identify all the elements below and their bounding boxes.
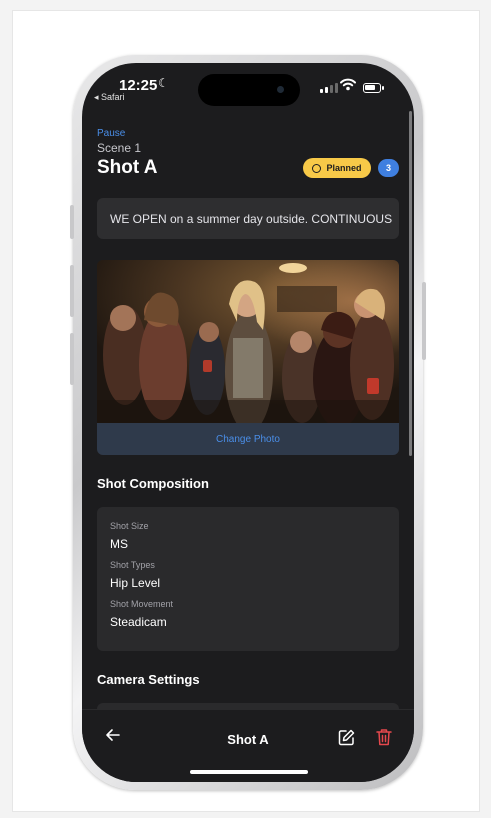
edit-icon[interactable]: [338, 729, 355, 746]
back-link-pause[interactable]: Pause: [97, 128, 125, 139]
count-badge: 3: [378, 159, 399, 177]
shot-composition-card: Shot Size MS Shot Types Hip Level Shot M…: [97, 507, 399, 651]
camera-settings-heading: Camera Settings: [97, 672, 200, 687]
volume-up-button: [70, 265, 74, 317]
page-title: Shot A: [97, 157, 158, 178]
volume-down-button: [70, 333, 74, 385]
shot-movement-label: Shot Movement: [110, 599, 174, 609]
battery-icon: [363, 83, 384, 93]
moon-icon: ☾: [158, 76, 169, 90]
shot-size-value[interactable]: MS: [110, 537, 128, 551]
phone-screen: 12:25 ☾ ◂ Safari Pause Scene 1 Shot A Pl…: [82, 63, 414, 782]
shot-types-value[interactable]: Hip Level: [110, 576, 160, 590]
trash-icon[interactable]: [376, 728, 392, 746]
shot-size-label: Shot Size: [110, 521, 149, 531]
camera-lens-icon: [277, 86, 284, 93]
status-time: 12:25: [119, 77, 158, 94]
shot-movement-value[interactable]: Steadicam: [110, 615, 167, 629]
toolbar-title: Shot A: [227, 732, 269, 747]
shot-description: WE OPEN on a summer day outside. CONTINU…: [97, 198, 399, 239]
bottom-toolbar: Shot A: [82, 709, 414, 782]
scrollbar[interactable]: [409, 111, 412, 456]
shot-photo: [97, 260, 399, 423]
action-button: [70, 205, 74, 239]
circle-icon: [312, 163, 322, 173]
status-badge-label: Planned: [326, 163, 362, 173]
home-indicator: [190, 770, 308, 774]
status-badge[interactable]: Planned: [303, 158, 371, 178]
power-button: [422, 282, 426, 360]
shot-photo-card: Change Photo: [97, 260, 399, 455]
back-to-app-link[interactable]: ◂ Safari: [94, 92, 125, 103]
status-bar: 12:25 ☾ ◂ Safari: [82, 63, 414, 113]
wifi-icon: [340, 78, 356, 91]
change-photo-button[interactable]: Change Photo: [97, 423, 399, 455]
cellular-signal-icon: [320, 83, 338, 93]
dynamic-island: [198, 74, 300, 106]
shot-composition-heading: Shot Composition: [97, 476, 209, 491]
scene-label: Scene 1: [97, 141, 142, 155]
shot-types-label: Shot Types: [110, 560, 155, 570]
